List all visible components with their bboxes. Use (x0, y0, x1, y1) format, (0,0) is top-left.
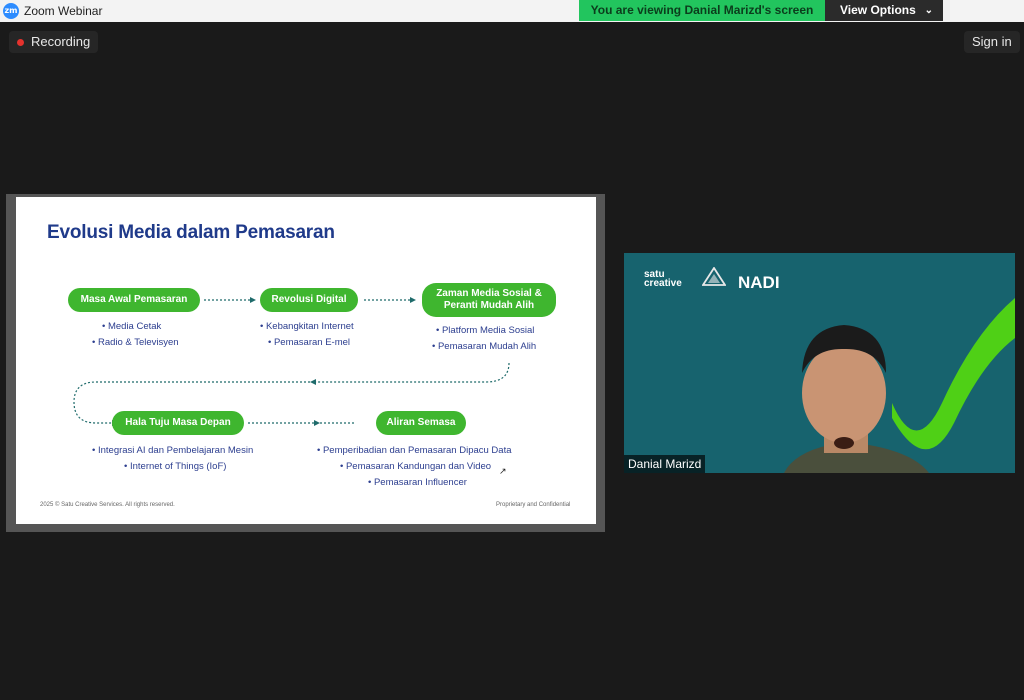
record-dot-icon (17, 39, 24, 46)
speaker-video[interactable]: satu creative NADI Danial Marizd (624, 253, 1015, 473)
stage-label-line1: Zaman Media Sosial & (436, 288, 542, 299)
stage-aliran-semasa: Aliran Semasa (376, 411, 466, 435)
bullet-platform-media-sosial: • Platform Media Sosial (436, 325, 535, 336)
presentation-slide: Evolusi Media dalam Pemasaran Masa Awal … (16, 197, 596, 524)
chevron-down-icon: ⌄ (924, 5, 933, 16)
bullet-kebangkitan-internet: • Kebangkitan Internet (260, 321, 354, 332)
sign-in-button[interactable]: Sign in (964, 31, 1020, 53)
view-options-label: View Options (840, 3, 916, 17)
bullet-integrasi-ai: • Integrasi AI dan Pembelajaran Mesin (92, 445, 254, 456)
stage-zaman-media-sosial: Zaman Media Sosial & Peranti Mudah Alih (422, 283, 556, 317)
bullet-media-cetak: • Media Cetak (102, 321, 162, 332)
window-title: Zoom Webinar (24, 4, 103, 18)
bullet-pemasaran-mudah-alih: • Pemasaran Mudah Alih (432, 341, 537, 352)
bullet-pemperibadian: • Pemperibadian dan Pemasaran Dipacu Dat… (317, 445, 512, 456)
recording-indicator[interactable]: Recording (9, 31, 99, 53)
bullet-pemasaran-kandungan: • Pemasaran Kandungan dan Video (340, 461, 492, 472)
flow-connectors (73, 297, 510, 426)
recording-label: Recording (31, 34, 91, 49)
mouse-cursor-icon: ↗ (499, 466, 507, 476)
stage-label-line2: Peranti Mudah Alih (443, 300, 535, 311)
viewing-screen-banner: You are viewing Danial Marizd's screen (579, 0, 825, 21)
sponsor-logo-nadi: NADI (738, 273, 780, 292)
slide-footer-copyright: 2025 © Satu Creative Services. All right… (40, 502, 175, 508)
speaker-name-tag: Danial Marizd (624, 455, 706, 473)
bullet-pemasaran-e-mel: • Pemasaran E-mel (268, 337, 350, 348)
zoom-logo-icon: zm (3, 3, 19, 19)
bullet-pemasaran-influencer: • Pemasaran Influencer (368, 477, 467, 488)
mdec-logo-icon (702, 267, 726, 286)
bullet-radio-televisyen: • Radio & Televisyen (92, 337, 179, 348)
stage-revolusi-digital: Revolusi Digital (260, 288, 358, 312)
shared-screen: Evolusi Media dalam Pemasaran Masa Awal … (6, 194, 605, 532)
view-options-button[interactable]: View Options ⌄ (825, 0, 943, 21)
stage-masa-awal-pemasaran: Masa Awal Pemasaran (68, 288, 200, 312)
bullet-internet-of-things: • Internet of Things (IoF) (124, 461, 227, 472)
slide-footer-confidential: Proprietary and Confidential (496, 502, 571, 508)
stage-hala-tuju-masa-depan: Hala Tuju Masa Depan (112, 411, 244, 435)
sponsor-logo-satu-creative: satu creative (644, 269, 682, 289)
